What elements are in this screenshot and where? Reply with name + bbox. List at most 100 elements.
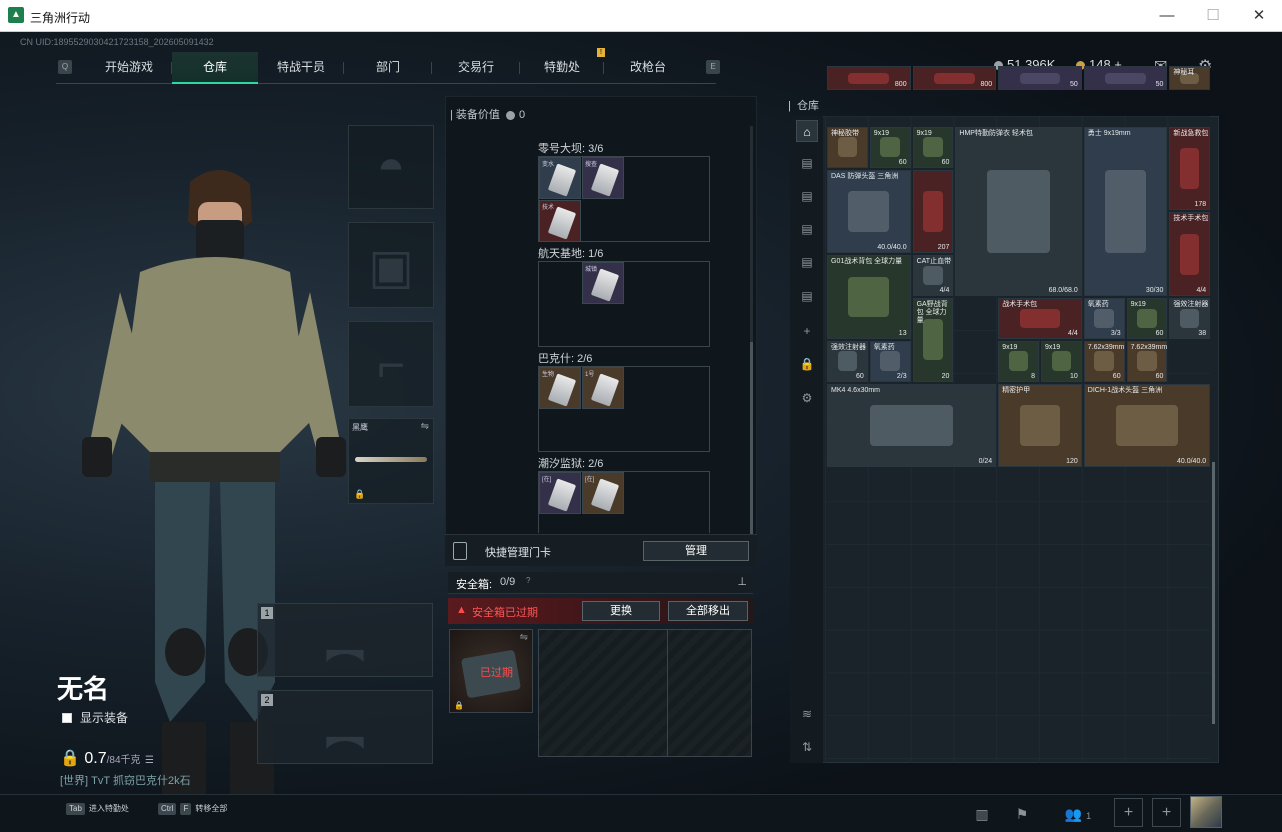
melee-slot[interactable]: 黑鹰 ⇋ 🔒: [348, 418, 434, 504]
storage-item[interactable]: 9x19 60: [1126, 298, 1168, 339]
keycard-item[interactable]: [在]: [582, 472, 624, 514]
safe-box-grid[interactable]: [538, 629, 752, 757]
storage-page-icon[interactable]: ▤: [796, 185, 818, 207]
transfer-all-hotkey[interactable]: Ctrl F 转移全部: [158, 803, 227, 821]
storage-item[interactable]: 神秘胶带: [827, 126, 868, 168]
checkbox[interactable]: [62, 713, 72, 723]
storage-page-icon[interactable]: ▤: [796, 251, 818, 273]
storage-item[interactable]: 9x19 60: [869, 126, 911, 168]
storage-item[interactable]: 神秘耳: [1169, 66, 1211, 90]
storage-item[interactable]: 勇士 9x19mm 30/30: [1083, 126, 1168, 296]
storage-item[interactable]: 战术手术包 4/4: [998, 298, 1082, 339]
stats-icon[interactable]: ▥: [968, 802, 996, 826]
party-icon[interactable]: 👥 1: [1058, 802, 1098, 826]
special-ops-hotkey[interactable]: Tab 进入特勤处: [66, 803, 129, 821]
keycard-item[interactable]: 技术: [539, 200, 581, 242]
tab-gunsmith[interactable]: 改枪台: [604, 52, 692, 84]
keycard-icon: [547, 206, 577, 240]
storage-item[interactable]: 207: [912, 169, 954, 254]
sort-icon[interactable]: ⇅: [796, 736, 818, 758]
tab-start-game[interactable]: 开始游戏: [86, 52, 172, 84]
manage-button[interactable]: 管理: [643, 541, 749, 561]
chat-line[interactable]: [世界] TvT 抓窃巴克什2k石: [60, 772, 191, 788]
storage-item[interactable]: 强效注射器 38: [1169, 298, 1211, 339]
secondary-weapon-slot[interactable]: 2 ︻: [257, 690, 433, 764]
primary-weapon-slot[interactable]: 1 ︻: [257, 603, 433, 677]
storage-item[interactable]: DICH-1战术头盔 三角洲 40.0/40.0: [1083, 383, 1211, 468]
storage-home-icon[interactable]: ⌂: [796, 120, 818, 142]
keycard-item[interactable]: [在]: [539, 472, 581, 514]
storage-item[interactable]: 氧素药 2/3: [869, 340, 911, 382]
storage-item[interactable]: 9x19 8: [998, 340, 1039, 382]
storage-scrollbar[interactable]: [1212, 462, 1215, 724]
flag-icon[interactable]: ⚑: [1008, 802, 1036, 826]
storage-page-icon[interactable]: ▤: [796, 285, 818, 307]
storage-item-name: 新战急救包: [1173, 129, 1209, 137]
invite-slot-button[interactable]: +: [1152, 798, 1181, 827]
storage-item[interactable]: 9x19 60: [912, 126, 954, 168]
help-icon[interactable]: ?: [526, 576, 530, 585]
maximize-button[interactable]: ☐: [1190, 0, 1236, 32]
storage-item[interactable]: G01战术背包 全球力量 13: [827, 255, 911, 339]
pistol-slot[interactable]: ⌐: [348, 321, 434, 407]
warning-icon: ▲: [456, 604, 467, 616]
game-viewport: CN UID:1895529030421723158_202605091432 …: [0, 32, 1282, 832]
invite-slot-button[interactable]: +: [1114, 798, 1143, 827]
storage-item[interactable]: HMP特勤防弹衣 轻术包 68.0/68.0: [955, 126, 1082, 296]
tab-department[interactable]: 部门: [344, 52, 432, 84]
nav-prev-key-icon[interactable]: Q: [58, 60, 72, 74]
storage-item[interactable]: 50: [998, 66, 1082, 90]
settings-icon[interactable]: ⚙: [796, 387, 818, 409]
nav-next-key-icon[interactable]: E: [706, 60, 720, 74]
storage-item[interactable]: 技术手术包 4/4: [1169, 212, 1211, 296]
minimize-button[interactable]: —: [1144, 0, 1190, 32]
replace-button[interactable]: 更换: [582, 601, 660, 621]
lock-icon[interactable]: 🔒: [796, 353, 818, 375]
helmet-slot[interactable]: ◓: [348, 125, 434, 209]
player-avatar[interactable]: [1190, 796, 1222, 828]
storage-item[interactable]: GA野战背包 全球力量 20: [912, 298, 954, 382]
storage-item[interactable]: 50: [1083, 66, 1168, 90]
storage-item-name: G01战术背包 全球力量: [831, 258, 903, 266]
storage-item[interactable]: CAT止血带 4/4: [912, 255, 954, 296]
storage-item[interactable]: 强效注射器 60: [827, 340, 868, 382]
show-equipment-toggle[interactable]: 显示装备: [62, 709, 128, 726]
keycard-item[interactable]: 搜查: [582, 157, 624, 199]
layers-icon[interactable]: ≋: [796, 703, 818, 725]
keycard-section-label: 航天基地: 1/6: [538, 248, 604, 260]
swap-icon[interactable]: ⇋: [520, 632, 528, 643]
storage-item[interactable]: 800: [827, 66, 911, 90]
pin-icon[interactable]: ⊥: [737, 575, 747, 588]
keycard-item[interactable]: 城镇: [582, 262, 624, 304]
keycard-item[interactable]: 变水: [539, 157, 581, 199]
storage-category-sidebar: [790, 116, 823, 763]
tab-special-ops[interactable]: 特勤处: [520, 52, 604, 84]
storage-item[interactable]: 9x19 10: [1041, 340, 1082, 382]
storage-item[interactable]: MK4 4.6x30mm 0/24: [827, 383, 997, 468]
storage-page-icon[interactable]: ▤: [796, 218, 818, 240]
tab-operators[interactable]: 特战干员: [258, 52, 344, 84]
keycard-icon: [590, 268, 620, 302]
keycard-item[interactable]: 生物: [539, 367, 581, 409]
storage-item[interactable]: 新战急救包 178: [1169, 126, 1211, 211]
equipment-scrollbar-thumb[interactable]: [750, 342, 753, 536]
storage-item[interactable]: 精密护甲 120: [998, 383, 1082, 468]
safe-box-capacity: 0/9: [500, 576, 516, 588]
storage-item[interactable]: 7.62x39mm 60: [1083, 340, 1125, 382]
tab-warehouse[interactable]: 仓库: [172, 52, 258, 84]
storage-item-value: 60: [1112, 372, 1121, 380]
swap-icon[interactable]: ⇋: [421, 421, 429, 432]
keycard-section-label: 零号大坝: 3/6: [538, 143, 604, 155]
armor-slot[interactable]: ▣: [348, 222, 434, 308]
storage-item[interactable]: DAS 防弹头盔 三角洲 40.0/40.0: [827, 169, 911, 254]
close-button[interactable]: ✕: [1236, 0, 1282, 32]
storage-page-icon[interactable]: ▤: [796, 152, 818, 174]
keycard-item[interactable]: 1号: [582, 367, 624, 409]
safe-box-item[interactable]: ⇋ 已过期 🔒: [449, 629, 533, 713]
tab-trading[interactable]: 交易行: [432, 52, 520, 84]
move-all-button[interactable]: 全部移出: [668, 601, 748, 621]
storage-item[interactable]: 7.62x39mm 60: [1126, 340, 1168, 382]
storage-item[interactable]: 氧素药 3/3: [1083, 298, 1125, 339]
storage-item[interactable]: 800: [912, 66, 997, 90]
add-page-icon[interactable]: +: [796, 320, 818, 342]
